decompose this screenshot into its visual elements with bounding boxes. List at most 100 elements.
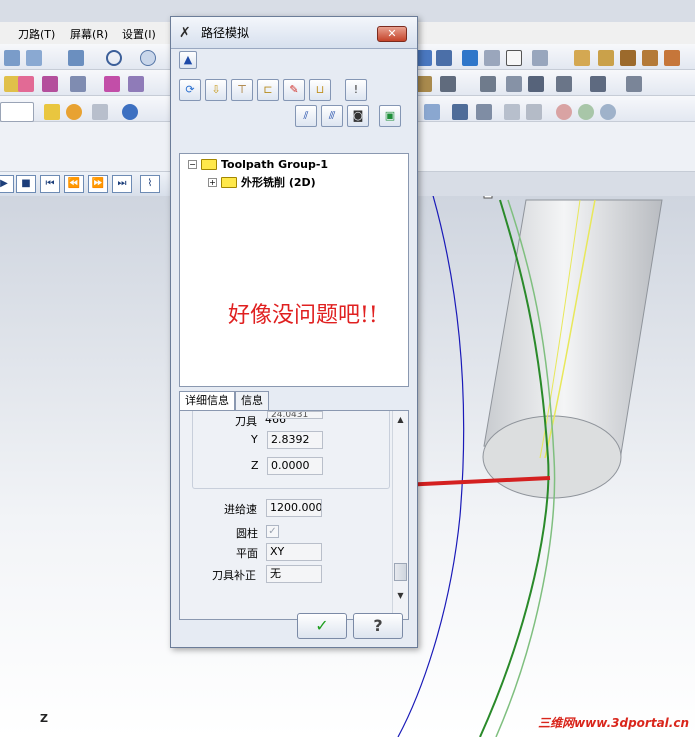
scroll-up-icon[interactable]: ▲ [395,415,406,424]
check-circle-icon[interactable] [578,104,594,120]
stop-icon[interactable] [556,104,572,120]
first-icon[interactable]: ⏮ [40,175,60,193]
path-icon[interactable]: ⌇ [140,175,160,193]
combo-box[interactable] [0,102,34,122]
camera-icon[interactable]: ◙ [347,105,369,127]
shape-icon[interactable] [42,76,58,92]
bars-icon[interactable] [18,76,34,92]
hatch-icon[interactable]: ⫽ [295,105,317,127]
holder-icon[interactable]: ⊤ [231,79,253,101]
menu-settings[interactable]: 设置(I) [122,26,156,42]
folder-icon [221,176,237,188]
tree-operation-label: 外形铣削 (2D) [241,176,316,189]
tree-item-operation[interactable]: + 外形铣削 (2D) [208,174,316,190]
layers-icon[interactable] [506,76,522,92]
coordinate-group: 刀具 466 24.0431 Y 2.8392 Z 0.0000 [192,411,390,489]
play-icon[interactable]: ▶ [0,175,14,193]
tab-details[interactable]: 详细信息 [179,391,235,411]
scroll-down-icon[interactable]: ▼ [395,591,406,600]
wire-icon[interactable] [528,76,544,92]
material-icon[interactable] [620,50,636,66]
measure-icon[interactable] [476,104,492,120]
grid-icon[interactable] [104,76,120,92]
cutter-comp-field[interactable]: 无 [266,565,322,583]
stack-icon[interactable] [440,76,456,92]
axis-label: Z [40,712,48,725]
folder-icon [201,159,217,170]
surface-icon[interactable] [556,76,572,92]
scroll-thumb[interactable] [394,563,407,581]
panel-icon[interactable] [128,76,144,92]
detail-scrollbar[interactable]: ▲ ▼ [392,411,408,619]
y-field[interactable]: 2.8392 [267,431,323,449]
solid-cube-icon[interactable] [424,104,440,120]
tool-icon[interactable] [598,50,614,66]
expand-toggle-icon[interactable]: + [208,177,217,187]
tree-group-label: Toolpath Group-1 [221,158,329,171]
menu-toolpath[interactable]: 刀路(T) [18,26,55,42]
shank-icon[interactable]: ⊏ [257,79,279,101]
menu-screen[interactable]: 屏幕(R) [70,26,108,42]
lightning-icon[interactable] [44,104,60,120]
link-icon[interactable] [436,50,452,66]
feed-rate-field[interactable]: 1200.0000 [266,499,322,517]
tag-icon[interactable] [416,76,432,92]
stop-icon[interactable]: ■ [16,175,36,193]
shade-icon[interactable] [526,104,542,120]
tools-icon[interactable] [462,50,478,66]
rail-marker [483,196,493,199]
list-icon[interactable] [484,50,500,66]
solid-icon[interactable] [68,50,84,66]
tool-display-icon[interactable]: ⇩ [205,79,227,101]
help-circle-icon[interactable] [600,104,616,120]
mesh-icon[interactable] [590,76,606,92]
collapse-toggle-icon[interactable]: − [188,160,197,169]
path-simulation-dialog: ✗ 路径模拟 ✕ ▲ ⟳ ⇩ ⊤ ⊏ ✎ ⊔ ! ⫽ ⫻ ◙ ▣ − Toolp… [170,16,418,648]
toolpath-tree[interactable]: − Toolpath Group-1 + 外形铣削 (2D) 好像没问题吧!! [179,153,409,387]
question-icon[interactable] [416,50,432,66]
help-icon[interactable] [122,104,138,120]
circle-icon[interactable] [140,50,156,66]
grid-view-icon[interactable] [532,50,548,66]
section-icon[interactable] [452,104,468,120]
cylinder-checkbox[interactable]: ✓ [266,525,279,538]
save-icon[interactable]: ▣ [379,105,401,127]
spiral-icon[interactable] [642,50,658,66]
tree-item-group[interactable]: − Toolpath Group-1 [188,158,328,171]
arrow-icon[interactable] [70,76,86,92]
clip-icon[interactable] [504,104,520,120]
z-field[interactable]: 0.0000 [267,457,323,475]
paint-icon[interactable] [664,50,680,66]
doc-icon[interactable] [574,50,590,66]
sigma-icon[interactable] [506,50,522,66]
pen-icon[interactable]: ✎ [283,79,305,101]
gear-icon[interactable] [66,104,82,120]
cutter-icon[interactable]: ⊔ [309,79,331,101]
last-icon[interactable]: ⏭ [112,175,132,193]
plane-field[interactable]: XY [266,543,322,561]
plane-label: 平面 [236,547,258,560]
rewind-icon[interactable]: ⏪ [64,175,84,193]
forward-icon[interactable]: ⏩ [88,175,108,193]
dialog-title: 路径模拟 [201,26,250,40]
close-button[interactable]: ✕ [377,26,407,42]
watermark-text: 三维网www.3dportal.cn [538,716,689,730]
tool-label: 刀具 [235,415,257,428]
help-button[interactable]: ? [353,613,403,639]
shape-tool-icon[interactable] [480,76,496,92]
cylinder-label: 圆柱 [236,527,258,540]
globe-icon[interactable] [106,50,122,66]
cube-icon[interactable] [4,50,20,66]
z-label: Z [251,459,259,472]
box-icon[interactable] [26,50,42,66]
alert-icon[interactable]: ! [345,79,367,101]
annotation-text: 好像没问题吧!! [228,303,378,328]
steps-icon[interactable] [626,76,642,92]
refresh-icon[interactable]: ⟳ [179,79,201,101]
ok-button[interactable]: ✓ [297,613,347,639]
app-logo-icon: ✗ [179,24,191,41]
collapse-icon[interactable]: ▲ [179,51,197,69]
hatch-dense-icon[interactable]: ⫻ [321,105,343,127]
tab-info[interactable]: 信息 [235,391,269,411]
cross-icon[interactable] [92,104,108,120]
